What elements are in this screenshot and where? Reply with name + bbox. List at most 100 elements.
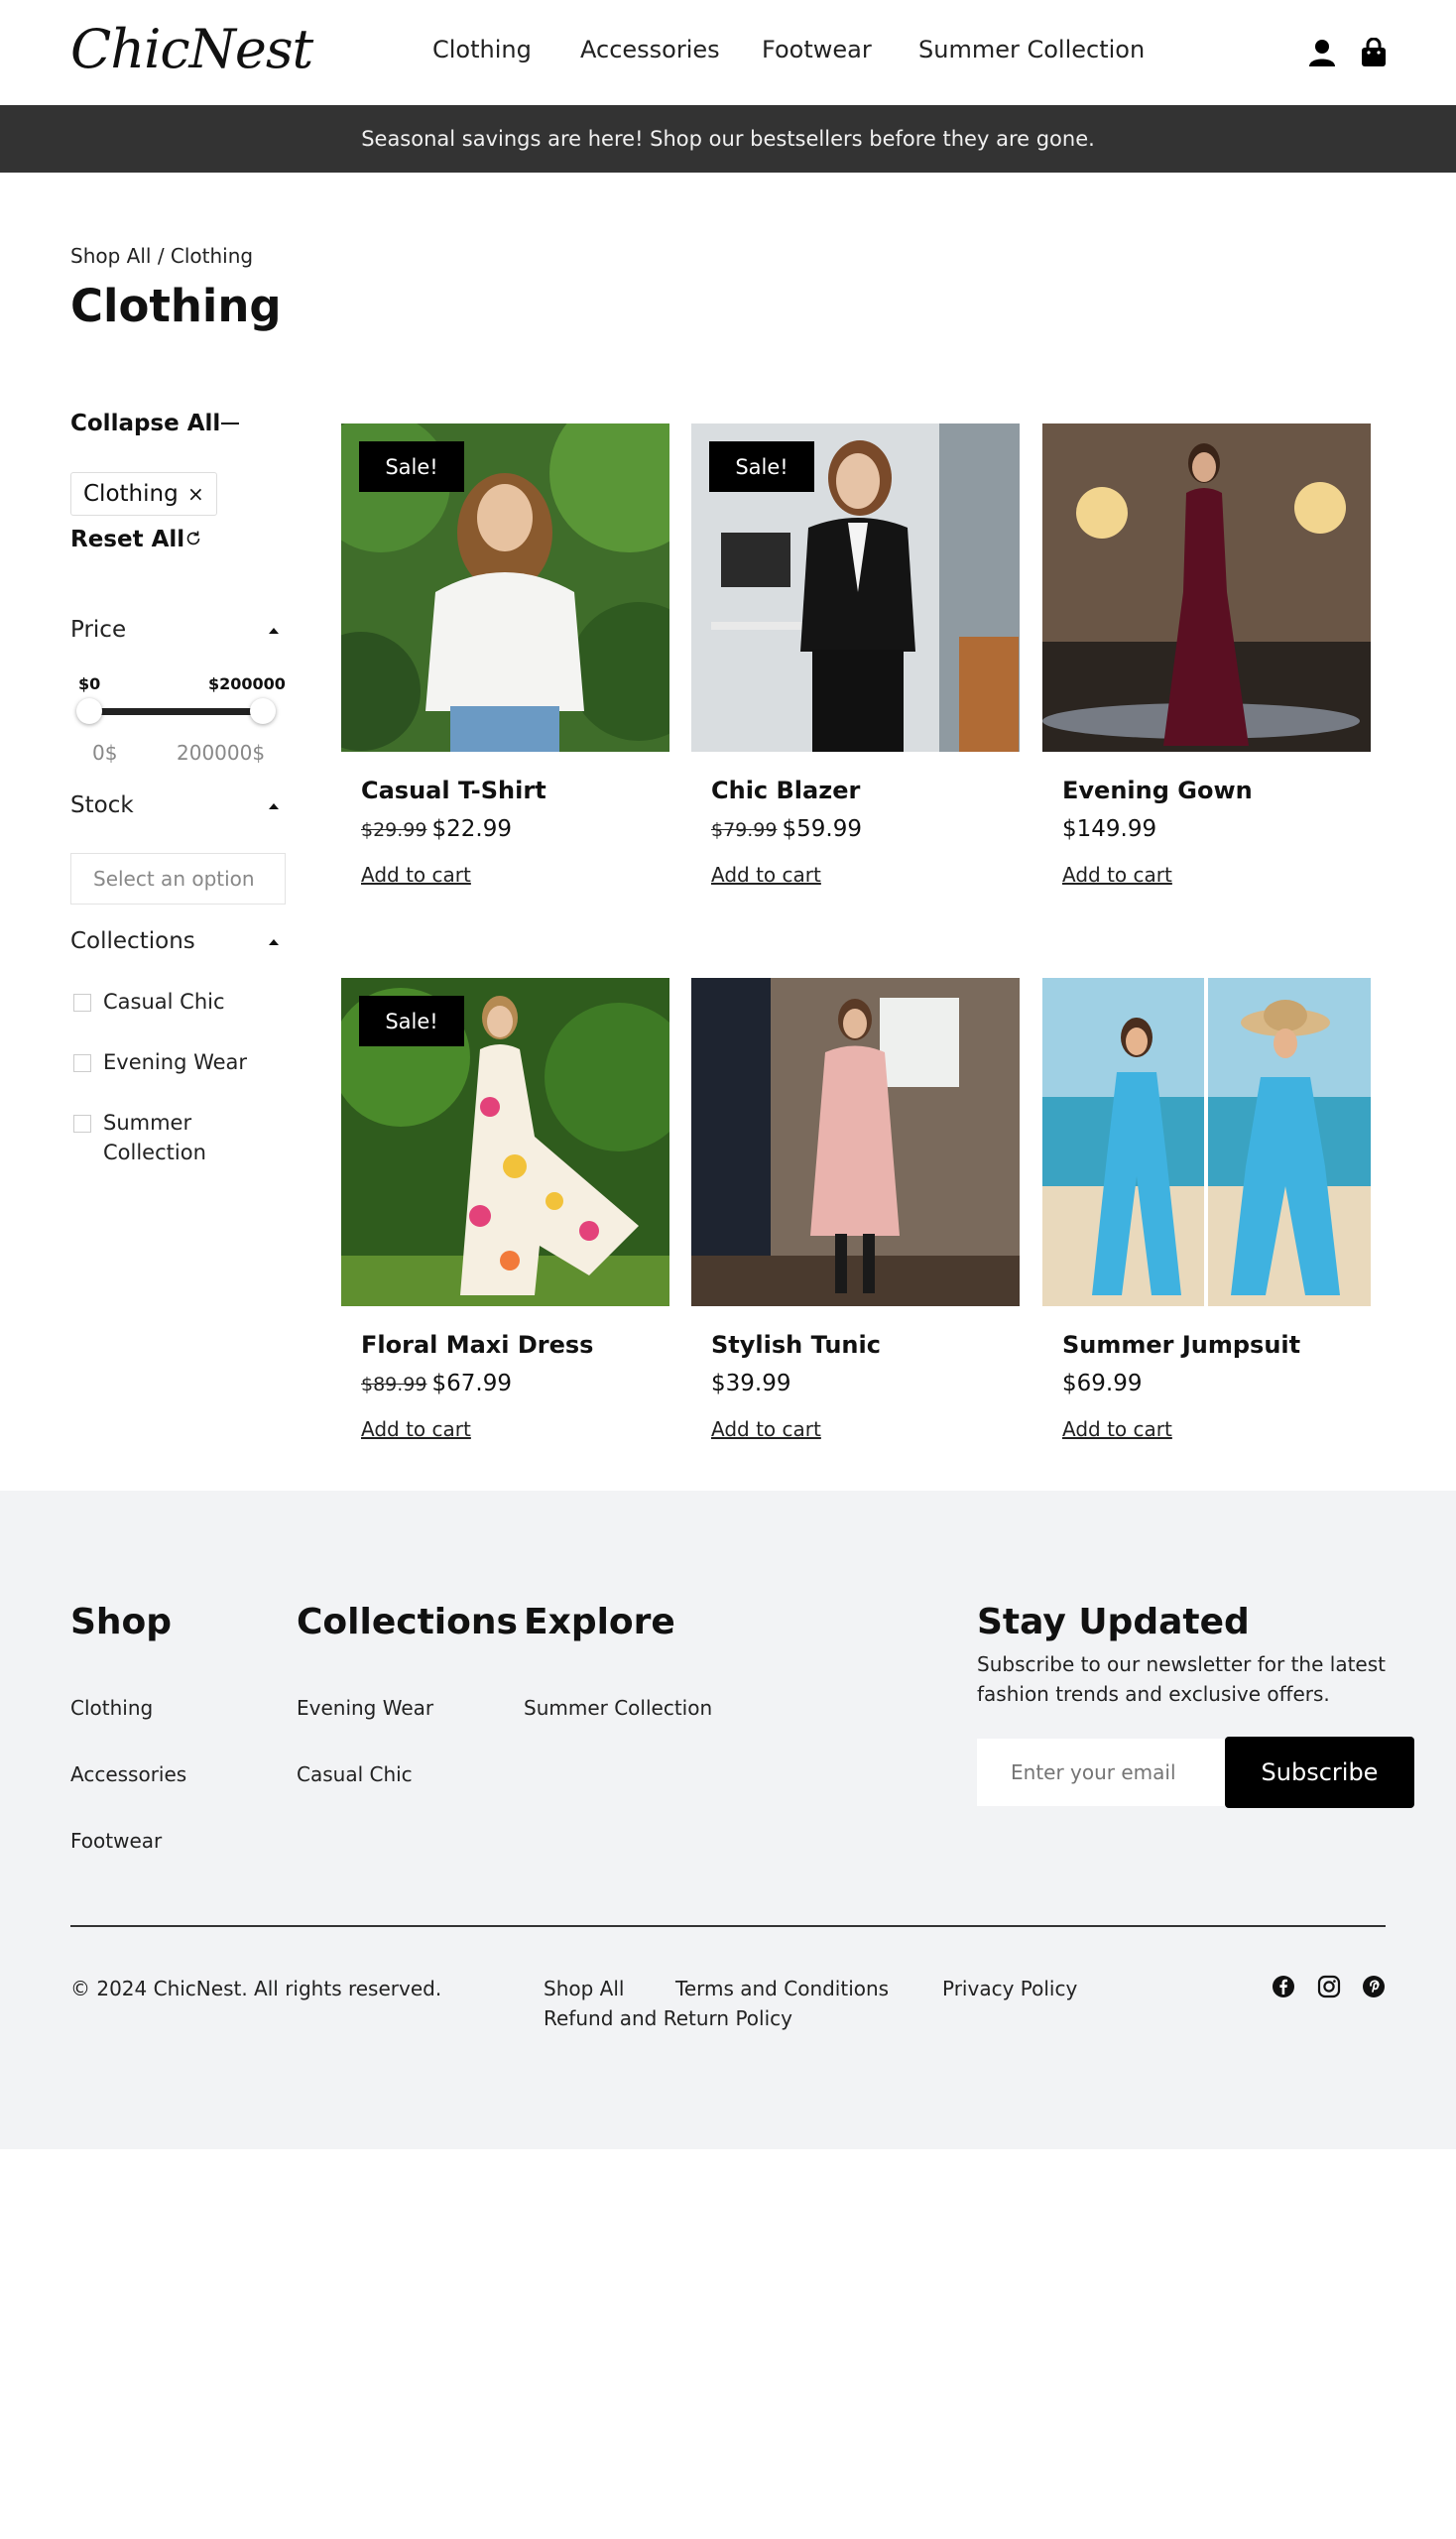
- close-icon[interactable]: ×: [187, 483, 204, 505]
- nav-accessories[interactable]: Accessories: [580, 36, 720, 63]
- sale-badge: Sale!: [359, 996, 464, 1046]
- site-footer: Shop Clothing Accessories Footwear Colle…: [0, 1491, 1456, 2149]
- checkbox-label-summer[interactable]: Summer: [103, 1108, 191, 1138]
- current-price: $39.99: [711, 1371, 791, 1396]
- site-header: ChicNest Clothing Accessories Footwear S…: [0, 0, 1456, 105]
- price-slider-track[interactable]: [88, 708, 257, 715]
- product-image[interactable]: [1042, 423, 1371, 752]
- sale-badge: Sale!: [709, 441, 814, 492]
- chip-label: Clothing: [83, 481, 179, 507]
- collapse-all-button[interactable]: Collapse All: [70, 411, 220, 436]
- stock-filter-title[interactable]: Stock: [70, 792, 134, 818]
- copyright: © 2024 ChicNest. All rights reserved.: [70, 1977, 442, 2000]
- promo-banner: Seasonal savings are here! Shop our best…: [0, 105, 1456, 173]
- add-to-cart-link[interactable]: Add to cart: [361, 863, 471, 887]
- breadcrumb[interactable]: Shop All / Clothing: [70, 244, 253, 268]
- old-price: $89.99: [361, 1374, 427, 1395]
- product-price: $39.99: [711, 1371, 790, 1396]
- nav-footwear[interactable]: Footwear: [762, 36, 872, 63]
- bag-icon[interactable]: [1359, 37, 1389, 67]
- product-photo: [691, 978, 1020, 1306]
- checkbox-evening-wear[interactable]: [73, 1054, 91, 1072]
- footer-link-casual-chic[interactable]: Casual Chic: [297, 1762, 413, 1786]
- product-name[interactable]: Floral Maxi Dress: [361, 1331, 593, 1359]
- checkbox-summer-collection[interactable]: [73, 1115, 91, 1133]
- stock-select[interactable]: Select an option: [70, 853, 286, 905]
- current-price: $69.99: [1062, 1371, 1143, 1396]
- footer-link-footwear[interactable]: Footwear: [70, 1829, 162, 1853]
- footer-link-evening-wear[interactable]: Evening Wear: [297, 1696, 433, 1720]
- add-to-cart-link[interactable]: Add to cart: [711, 1417, 821, 1441]
- nav-summer-collection[interactable]: Summer Collection: [918, 36, 1145, 63]
- product-image[interactable]: [691, 978, 1020, 1306]
- collections-filter-title[interactable]: Collections: [70, 928, 195, 954]
- add-to-cart-link[interactable]: Add to cart: [361, 1417, 471, 1441]
- checkbox-label-collection[interactable]: Collection: [103, 1138, 206, 1167]
- add-to-cart-link[interactable]: Add to cart: [1062, 1417, 1172, 1441]
- sale-badge: Sale!: [359, 441, 464, 492]
- facebook-icon[interactable]: [1272, 1975, 1295, 1998]
- product-name[interactable]: Casual T-Shirt: [361, 777, 546, 804]
- pinterest-icon[interactable]: [1362, 1975, 1386, 1998]
- footer-shop-title: Shop: [70, 1602, 173, 1642]
- email-input[interactable]: [977, 1739, 1225, 1806]
- product-name[interactable]: Chic Blazer: [711, 777, 860, 804]
- minus-icon[interactable]: [221, 423, 239, 424]
- newsletter-text: Subscribe to our newsletter for the late…: [977, 1652, 1386, 1706]
- footer-collections-title: Collections: [297, 1602, 518, 1642]
- product-price: $29.99 $22.99: [361, 816, 512, 842]
- product-price: $89.99 $67.99: [361, 1371, 512, 1396]
- banner-text: Seasonal savings are here! Shop our best…: [361, 127, 1095, 151]
- footer-link-summer-collection[interactable]: Summer Collection: [524, 1696, 712, 1720]
- product-image[interactable]: [1042, 978, 1371, 1306]
- user-icon[interactable]: [1307, 38, 1337, 67]
- stock-select-placeholder: Select an option: [93, 867, 255, 891]
- subscribe-button[interactable]: Subscribe: [1225, 1737, 1414, 1808]
- chevron-up-icon[interactable]: [269, 803, 279, 809]
- product-price: $149.99: [1062, 816, 1156, 842]
- price-filter-title[interactable]: Price: [70, 617, 126, 643]
- price-slider-max-handle[interactable]: [250, 698, 276, 724]
- legal-link-privacy[interactable]: Privacy Policy: [942, 1977, 1077, 2000]
- add-to-cart-link[interactable]: Add to cart: [711, 863, 821, 887]
- checkbox-label-casual-chic[interactable]: Casual Chic: [103, 987, 225, 1017]
- current-price: $67.99: [431, 1371, 512, 1396]
- product-name[interactable]: Stylish Tunic: [711, 1331, 881, 1359]
- price-min-value: 0$: [92, 741, 118, 765]
- product-image[interactable]: Sale!: [341, 423, 669, 752]
- main-nav: Clothing Accessories Footwear Summer Col…: [0, 36, 1456, 67]
- old-price: $29.99: [361, 819, 427, 841]
- product-image[interactable]: Sale!: [691, 423, 1020, 752]
- product-name[interactable]: Evening Gown: [1062, 777, 1253, 804]
- current-price: $59.99: [782, 816, 862, 842]
- legal-link-refund[interactable]: Refund and Return Policy: [544, 2006, 792, 2030]
- newsletter-title: Stay Updated: [977, 1602, 1250, 1642]
- product-image[interactable]: Sale!: [341, 978, 669, 1306]
- footer-divider: [70, 1925, 1386, 1927]
- price-slider-min-handle[interactable]: [76, 698, 102, 724]
- price-max-value: 200000$: [177, 741, 266, 765]
- legal-link-terms[interactable]: Terms and Conditions: [675, 1977, 889, 2000]
- instagram-icon[interactable]: [1317, 1975, 1341, 1998]
- checkbox-casual-chic[interactable]: [73, 994, 91, 1012]
- reset-all-button[interactable]: Reset All: [70, 527, 184, 552]
- nav-clothing[interactable]: Clothing: [432, 36, 532, 63]
- checkbox-label-evening-wear[interactable]: Evening Wear: [103, 1047, 247, 1077]
- add-to-cart-link[interactable]: Add to cart: [1062, 863, 1172, 887]
- chevron-up-icon[interactable]: [269, 628, 279, 634]
- old-price: $79.99: [711, 819, 778, 841]
- page-title: Clothing: [70, 280, 282, 332]
- chevron-up-icon[interactable]: [269, 939, 279, 945]
- refresh-icon[interactable]: [184, 530, 202, 547]
- footer-link-accessories[interactable]: Accessories: [70, 1762, 186, 1786]
- price-max-label: $200000: [208, 674, 286, 693]
- product-price: $69.99: [1062, 1371, 1142, 1396]
- product-photo: [1042, 423, 1371, 752]
- product-name[interactable]: Summer Jumpsuit: [1062, 1331, 1300, 1359]
- price-min-label: $0: [78, 674, 101, 693]
- legal-link-shop-all[interactable]: Shop All: [544, 1977, 624, 2000]
- current-price: $149.99: [1062, 816, 1157, 842]
- footer-link-clothing[interactable]: Clothing: [70, 1696, 153, 1720]
- current-price: $22.99: [431, 816, 512, 842]
- product-price: $79.99 $59.99: [711, 816, 862, 842]
